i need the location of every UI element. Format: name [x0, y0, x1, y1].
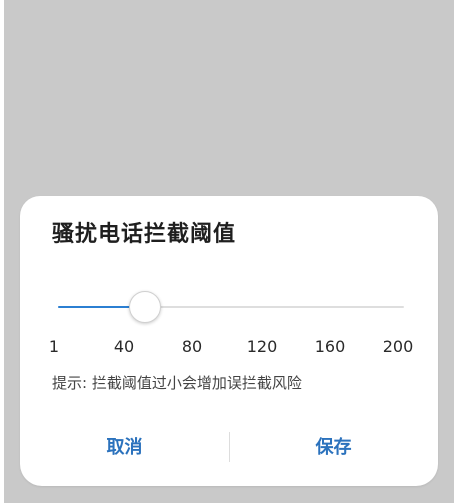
tick-label: 200: [382, 337, 414, 356]
slider-thumb[interactable]: [129, 291, 161, 323]
threshold-dialog: 骚扰电话拦截阈值 1 40 80 120 160 200 提示: 拦截阈值过小会…: [20, 196, 438, 486]
tick-label: 80: [181, 337, 203, 356]
hint-text: 提示: 拦截阈值过小会增加误拦截风险: [52, 374, 302, 392]
tick-label: 120: [246, 337, 278, 356]
tick-label: 1: [48, 337, 60, 356]
tick-label: 40: [113, 337, 135, 356]
dialog-actions: 取消 保存: [20, 430, 438, 466]
threshold-slider[interactable]: [58, 290, 404, 326]
slider-track[interactable]: [58, 306, 404, 308]
tick-label: 160: [314, 337, 346, 356]
slider-tick-labels: 1 40 80 120 160 200: [20, 336, 438, 358]
dialog-title: 骚扰电话拦截阈值: [52, 222, 237, 247]
cancel-button[interactable]: 取消: [20, 430, 229, 466]
save-button[interactable]: 保存: [229, 430, 438, 466]
